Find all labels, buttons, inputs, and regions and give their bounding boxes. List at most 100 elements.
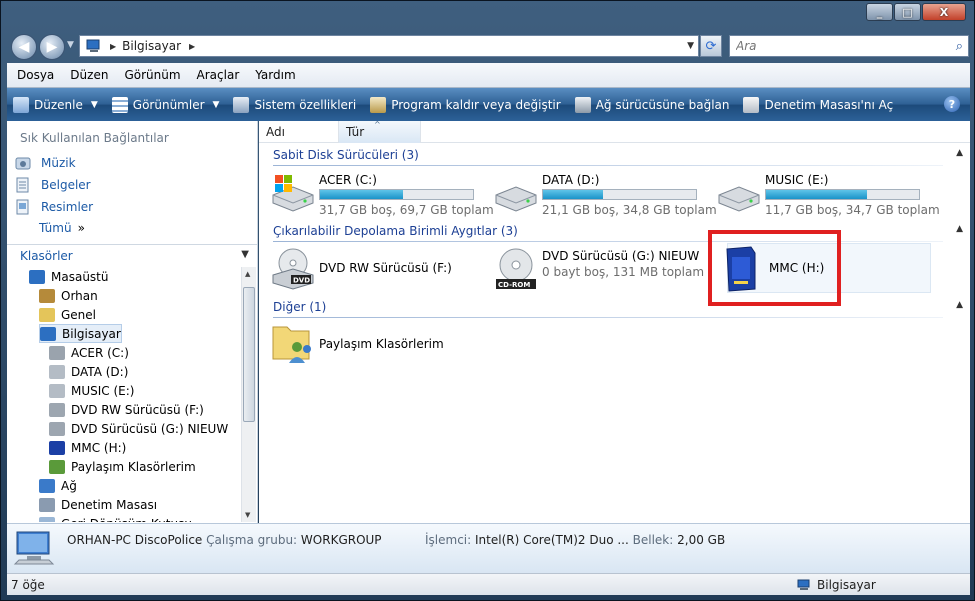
system-drive-icon — [272, 175, 314, 212]
dvd-drive-icon — [49, 402, 65, 417]
tree-item[interactable]: Genel — [39, 305, 96, 324]
tree-item[interactable]: Denetim Masası — [39, 495, 157, 514]
search-box[interactable]: ⌕ — [729, 35, 969, 57]
open-control-panel-button[interactable]: Denetim Masası'nı Aç — [743, 96, 893, 113]
sort-ascending-icon: ^ — [374, 120, 381, 129]
group-removable-storage[interactable]: Çıkarılabilir Depolama Birimli Aygıtlar … — [273, 224, 963, 242]
tree-item[interactable]: DATA (D:) — [49, 362, 128, 381]
shared-folder-icon — [49, 459, 65, 474]
maximize-button[interactable]: □ — [894, 3, 921, 21]
close-button[interactable]: X — [922, 3, 966, 21]
collapse-icon[interactable]: ▲ — [956, 148, 963, 158]
collapse-icon[interactable]: ▲ — [956, 224, 963, 234]
help-icon[interactable]: ? — [944, 96, 960, 112]
drive-usage-fill — [543, 190, 604, 199]
network-icon — [39, 478, 55, 493]
documents-icon — [16, 177, 29, 193]
tree-item[interactable]: Masaüstü — [29, 267, 108, 286]
user-folder-icon — [39, 288, 55, 303]
hard-drive-icon — [49, 364, 65, 379]
music-icon — [15, 157, 31, 170]
tree-item[interactable]: DVD RW Sürücüsü (F:) — [49, 400, 204, 419]
chevron-right-icon[interactable]: ▶ — [189, 42, 195, 51]
tree-item[interactable]: ACER (C:) — [49, 343, 129, 362]
minimize-button[interactable]: _ — [866, 3, 893, 21]
menu-help[interactable]: Yardım — [255, 68, 295, 82]
menu-edit[interactable]: Düzen — [70, 68, 108, 82]
memory-card-icon — [49, 440, 65, 455]
favorite-more-link[interactable]: Tümü » — [39, 221, 85, 235]
chevron-right-icon[interactable]: ▶ — [110, 42, 116, 51]
drive-usage-bar — [319, 189, 474, 200]
cd-rom-icon: CD-ROM — [496, 248, 536, 289]
refresh-button[interactable]: ⟳ — [700, 35, 722, 57]
group-divider — [273, 241, 943, 242]
uninstall-program-button[interactable]: Program kaldır veya değiştir — [370, 96, 561, 113]
column-headers: Adı ^ Tür — [259, 120, 970, 143]
tree-item[interactable]: Orhan — [39, 286, 98, 305]
computer-icon — [13, 531, 55, 565]
details-cpu: İşlemci: Intel(R) Core(TM)2 Duo ... Bell… — [425, 533, 726, 547]
organize-icon — [13, 96, 29, 113]
scroll-up-icon[interactable]: ▲ — [245, 270, 250, 278]
menu-tools[interactable]: Araçlar — [197, 68, 240, 82]
search-input[interactable] — [736, 39, 946, 53]
column-header-type[interactable]: ^ Tür — [339, 120, 421, 143]
group-other[interactable]: Diğer (1) ▲ — [273, 300, 963, 318]
organize-button[interactable]: Düzenle ▼ — [13, 96, 98, 113]
scroll-down-icon[interactable]: ▼ — [245, 511, 250, 519]
system-properties-button[interactable]: Sistem özellikleri — [233, 96, 356, 113]
drive-usage-fill — [320, 190, 404, 199]
details-pc-name: ORHAN-PC DiscoPolice Çalışma grubu: WORK… — [67, 533, 382, 547]
pictures-icon — [16, 199, 29, 215]
double-chevron-icon: » — [77, 221, 85, 235]
menu-view[interactable]: Görünüm — [124, 68, 180, 82]
map-network-drive-button[interactable]: Ağ sürücüsüne bağlan — [574, 96, 729, 113]
chevron-down-icon: ▼ — [90, 99, 98, 110]
menu-file[interactable]: Dosya — [17, 68, 54, 82]
collapse-icon[interactable]: ▲ — [956, 300, 963, 310]
address-dropdown-icon[interactable]: ▼ — [687, 41, 694, 51]
scroll-thumb[interactable] — [243, 287, 255, 422]
tree-scrollbar[interactable]: ▲ ▼ — [241, 267, 256, 522]
drive-tile-c[interactable]: ACER (C:) 31,7 GB boş, 69,7 GB toplam — [269, 169, 494, 219]
dvd-drive-icon: DVD — [272, 248, 314, 290]
folders-header[interactable]: Klasörler ▼ — [7, 244, 257, 266]
tree-item[interactable]: MUSIC (E:) — [49, 381, 134, 400]
views-button[interactable]: Görünümler ▼ — [111, 96, 220, 113]
favorite-pictures[interactable]: Resimler — [15, 199, 93, 215]
favorite-music[interactable]: Müzik — [15, 155, 76, 171]
control-panel-icon — [39, 497, 55, 512]
views-icon — [111, 96, 128, 113]
shared-folders-tile[interactable]: Paylaşım Klasörlerim — [269, 319, 489, 369]
tree-item[interactable]: Bilgisayar — [39, 324, 122, 343]
navigation-pane: Sık Kullanılan Bağlantılar Müzik Belgele… — [7, 121, 258, 523]
hard-drive-icon — [718, 186, 760, 212]
favorite-documents[interactable]: Belgeler — [15, 177, 91, 193]
address-bar[interactable]: ▶ Bilgisayar ▶ ▼ — [79, 35, 699, 57]
tree-item[interactable]: Paylaşım Klasörlerim — [49, 457, 196, 476]
tree-item[interactable]: Geri Dönüşüm Kutusu — [39, 514, 192, 522]
tree-item[interactable]: DVD Sürücüsü (G:) NIEUW — [49, 419, 228, 438]
drive-tile-d[interactable]: DATA (D:) 21,1 GB boş, 34,8 GB toplam — [492, 169, 717, 219]
search-icon[interactable]: ⌕ — [956, 39, 963, 54]
chevron-down-icon[interactable]: ▼ — [241, 249, 249, 260]
drive-tile-g[interactable]: CD-ROM DVD Sürücüsü (G:) NIEUW 0 bayt bo… — [492, 245, 712, 295]
system-drive-icon — [49, 345, 65, 360]
breadcrumb-computer[interactable]: Bilgisayar — [122, 39, 181, 53]
back-button[interactable]: ◀ — [11, 34, 37, 60]
group-hard-disks[interactable]: Sabit Disk Sürücüleri (3) ▲ — [273, 148, 963, 166]
public-folder-icon — [39, 307, 55, 322]
hard-drive-icon — [49, 383, 65, 398]
history-dropdown-icon[interactable]: ▼ — [67, 40, 74, 50]
item-count: 7 öğe — [11, 578, 45, 592]
column-header-name[interactable]: Adı — [259, 121, 339, 143]
tree-item[interactable]: MMC (H:) — [49, 438, 126, 457]
chevron-down-icon: ▼ — [212, 99, 220, 110]
forward-button[interactable]: ▶ — [39, 34, 65, 60]
tree-item[interactable]: Ağ — [39, 476, 77, 495]
drive-tile-f[interactable]: DVD DVD RW Sürücüsü (F:) — [269, 245, 489, 295]
svg-text:CD-ROM: CD-ROM — [498, 281, 530, 289]
control-panel-icon — [743, 96, 760, 113]
drive-tile-e[interactable]: MUSIC (E:) 11,7 GB boş, 34,7 GB toplam — [715, 169, 940, 219]
